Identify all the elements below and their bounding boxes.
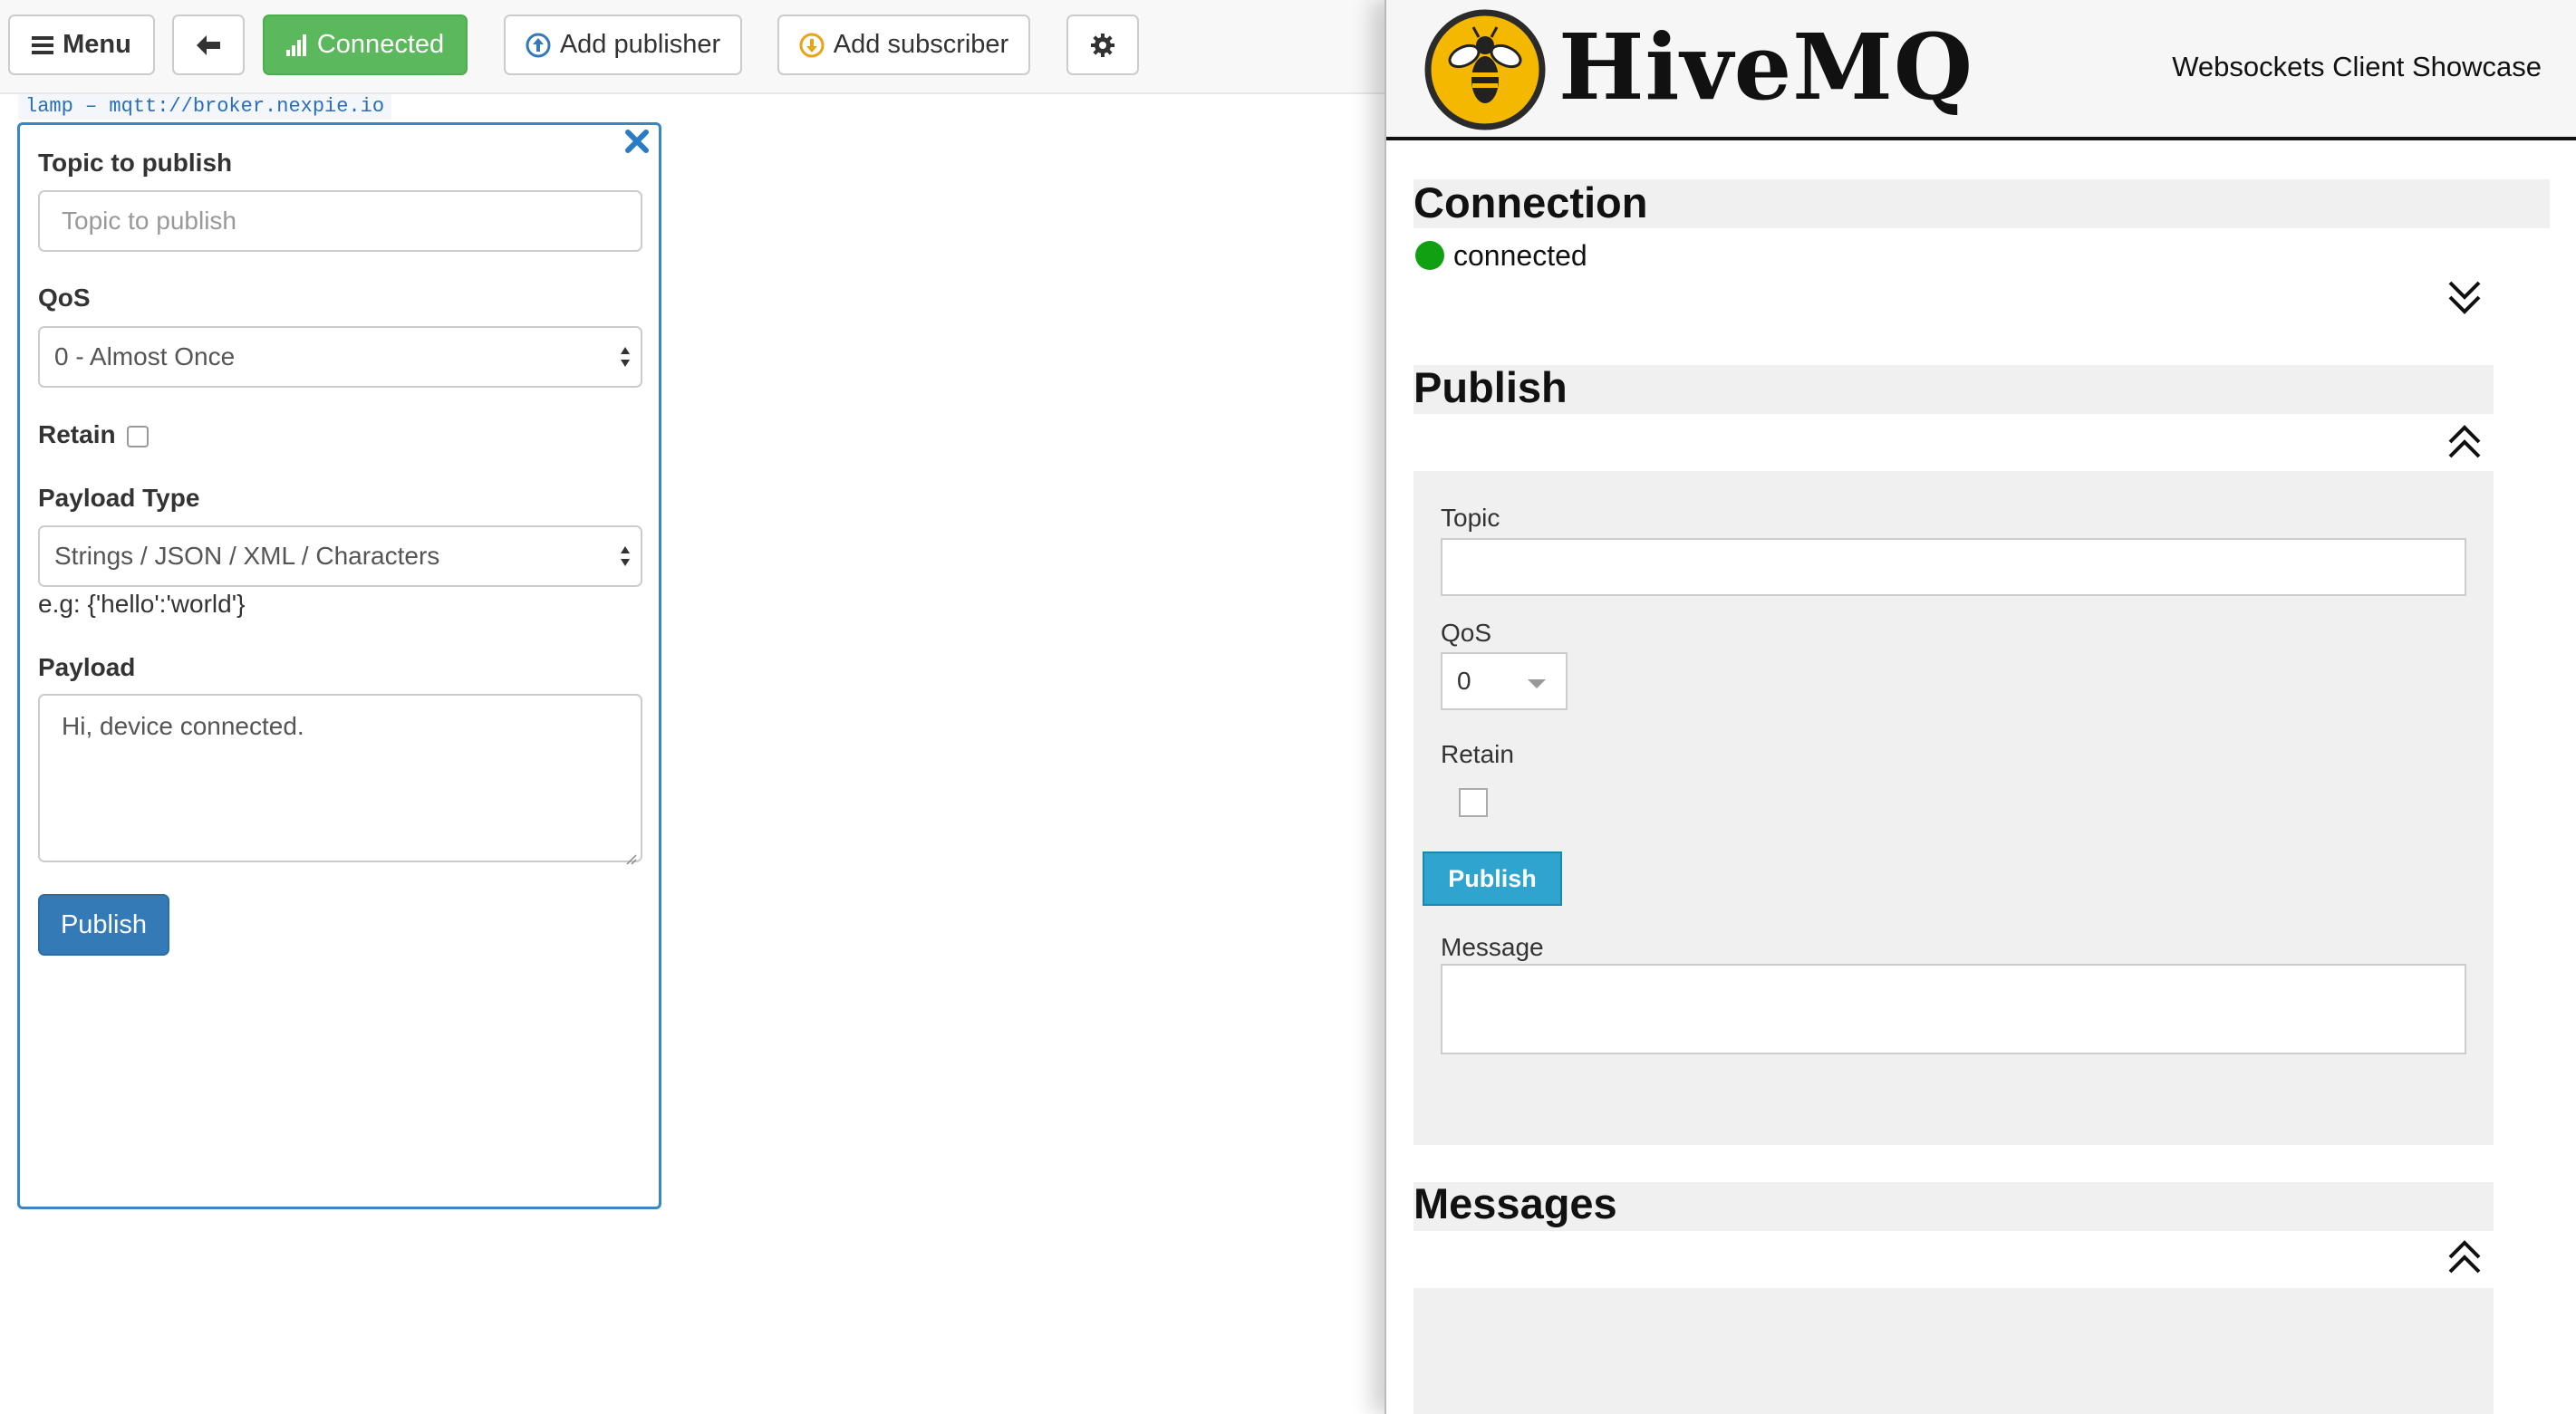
add-subscriber-label: Add subscriber: [833, 30, 1009, 59]
arrow-left-icon: [195, 34, 222, 57]
menu-button[interactable]: Menu: [8, 14, 155, 75]
topic-label: Topic to publish: [38, 149, 233, 177]
add-subscriber-button[interactable]: Add subscriber: [777, 14, 1030, 75]
caret-down-icon: [1528, 679, 1546, 688]
qos-select[interactable]: 0: [1441, 652, 1568, 710]
brand-logo-text: HiveMQ: [1558, 14, 1974, 120]
connection-title: Connection: [1413, 178, 1648, 226]
add-publisher-label: Add publisher: [559, 30, 721, 59]
header-subtitle: Websockets Client Showcase: [2172, 51, 2542, 82]
publish-section-header: [1413, 365, 2494, 414]
mqtt-client-app: Menu Connected Add publisher Add subscri…: [0, 0, 1386, 1414]
signal-bars-icon: [285, 34, 308, 56]
payload-label: Payload: [38, 653, 136, 681]
qos-select[interactable]: 0 - Almost Once: [38, 326, 642, 388]
status-indicator-icon: [1415, 241, 1444, 270]
message-label: Message: [1441, 933, 1544, 961]
qos-value: 0: [1457, 667, 1471, 695]
publish-button[interactable]: Publish: [38, 894, 169, 956]
header: HiveMQ Websockets Client Showcase: [1386, 0, 2576, 140]
messages-title: Messages: [1413, 1179, 1617, 1227]
resize-grip-icon[interactable]: [622, 842, 637, 865]
retain-checkbox[interactable]: [127, 426, 149, 447]
hivemq-websocket-client: HiveMQ Websockets Client Showcase Connec…: [1384, 0, 2576, 1414]
arrow-down-circle-icon: [799, 33, 825, 58]
payload-type-value: Strings / JSON / XML / Characters: [54, 542, 440, 570]
topic-label: Topic: [1441, 504, 1500, 532]
qos-value: 0 - Almost Once: [54, 342, 236, 370]
payload-type-label: Payload Type: [38, 484, 200, 512]
topic-input[interactable]: Topic to publish: [38, 190, 642, 252]
arrow-up-circle-icon: [526, 33, 551, 58]
payload-type-select[interactable]: Strings / JSON / XML / Characters: [38, 525, 642, 587]
double-chevron-down-icon[interactable]: [2445, 277, 2484, 317]
select-arrows-icon: [619, 344, 632, 370]
toolbar: Menu Connected Add publisher Add subscri…: [0, 0, 1386, 94]
topic-input[interactable]: [1441, 538, 2466, 596]
payload-hint: e.g: {'hello':'world'}: [38, 590, 246, 618]
back-button[interactable]: [172, 14, 245, 75]
payload-textarea[interactable]: Hi, device connected.: [38, 694, 642, 865]
bee-logo-icon: [1424, 9, 1546, 130]
payload-value: Hi, device connected.: [62, 712, 304, 740]
hamburger-icon: [32, 35, 54, 55]
select-arrows-icon: [619, 543, 632, 569]
add-publisher-button[interactable]: Add publisher: [504, 14, 742, 75]
connected-button[interactable]: Connected: [263, 14, 468, 75]
menu-label: Menu: [63, 30, 131, 59]
connection-label: lamp – mqtt://broker.nexpie.io: [18, 94, 392, 120]
settings-button[interactable]: [1066, 14, 1139, 75]
double-chevron-up-icon[interactable]: [2445, 1237, 2484, 1277]
retain-checkbox[interactable]: [1459, 788, 1488, 817]
publisher-panel: Topic to publish Topic to publish QoS 0 …: [17, 122, 661, 1209]
message-textarea[interactable]: [1441, 964, 2466, 1054]
publish-form: Topic QoS 0 Retain Publish Message: [1413, 471, 2494, 1145]
qos-label: QoS: [1441, 619, 1492, 647]
gear-icon: [1090, 33, 1115, 58]
messages-list: [1413, 1288, 2494, 1414]
qos-label: QoS: [38, 284, 91, 312]
retain-label: Retain: [1441, 740, 1514, 768]
retain-label: Retain: [38, 420, 116, 448]
connected-label: Connected: [316, 30, 445, 59]
publish-title: Publish: [1413, 363, 1568, 411]
connection-status: connected: [1453, 239, 1587, 272]
double-chevron-up-icon[interactable]: [2445, 422, 2484, 462]
publish-button[interactable]: Publish: [1423, 851, 1562, 906]
close-icon[interactable]: [622, 127, 651, 156]
